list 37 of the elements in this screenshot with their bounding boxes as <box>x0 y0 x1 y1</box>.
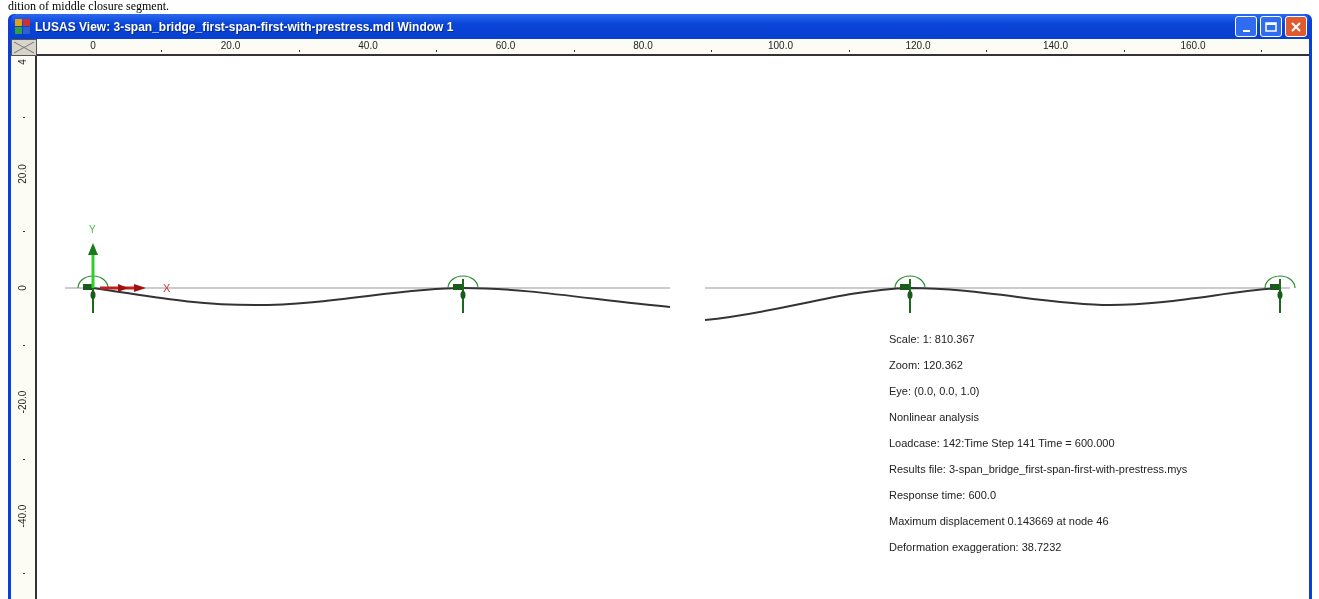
ruler-label: 40.0 <box>358 40 378 51</box>
info-text: Eye: (0.0, 0.0, 1.0) <box>889 384 981 398</box>
ruler-label: 20.0 <box>17 164 29 184</box>
ruler-label: 80.0 <box>633 40 653 51</box>
x-axis-arrow <box>100 284 146 292</box>
info-text: Zoom: 120.362 <box>889 358 964 372</box>
maximize-icon <box>1265 21 1277 32</box>
minimize-icon <box>1242 29 1250 32</box>
window-title: LUSAS View: 3-span_bridge_first-span-first-with-prestress.mdl Window 1 <box>35 19 454 34</box>
ruler-label: 4 <box>17 59 29 65</box>
ruler-label: 120.0 <box>905 40 931 51</box>
info-text: Nonlinear analysis <box>889 410 980 424</box>
ruler-label: 140.0 <box>1043 40 1068 51</box>
ruler-label: 0 <box>90 40 96 51</box>
maximize-button[interactable] <box>1260 16 1282 37</box>
axis-label: Y <box>89 224 96 235</box>
ruler-label: -20.0 <box>17 390 29 414</box>
info-text: Maximum displacement 0.143669 at node 46 <box>889 514 1110 528</box>
minimize-button[interactable] <box>1235 16 1257 37</box>
ruler-label: -40.0 <box>17 504 29 528</box>
ruler-label: 160.0 <box>1180 40 1206 51</box>
app-icon <box>15 19 30 34</box>
axis-label: X <box>163 282 171 294</box>
ruler-label: 0 <box>17 285 29 291</box>
ruler-label: 60.0 <box>495 40 516 51</box>
info-text: Loadcase: 142:Time Step 141 Time = 600.000 <box>889 436 1116 450</box>
info-text: Response time: 600.0 <box>889 488 997 502</box>
close-icon <box>1291 21 1301 32</box>
ruler-label: 20.0 <box>220 40 241 51</box>
y-axis-arrow <box>88 243 98 288</box>
ruler-corner <box>11 39 37 56</box>
info-text: Scale: 1: 810.367 <box>889 332 976 346</box>
info-text: Results file: 3-span_bridge_first-span-first-with-prestress.mys <box>889 462 1188 476</box>
info-text: Deformation exaggeration: 38.7232 <box>889 540 1063 554</box>
caption-text: dition of middle closure segment. <box>8 0 169 13</box>
close-button[interactable] <box>1285 16 1307 37</box>
ruler-label: 100.0 <box>768 40 793 51</box>
